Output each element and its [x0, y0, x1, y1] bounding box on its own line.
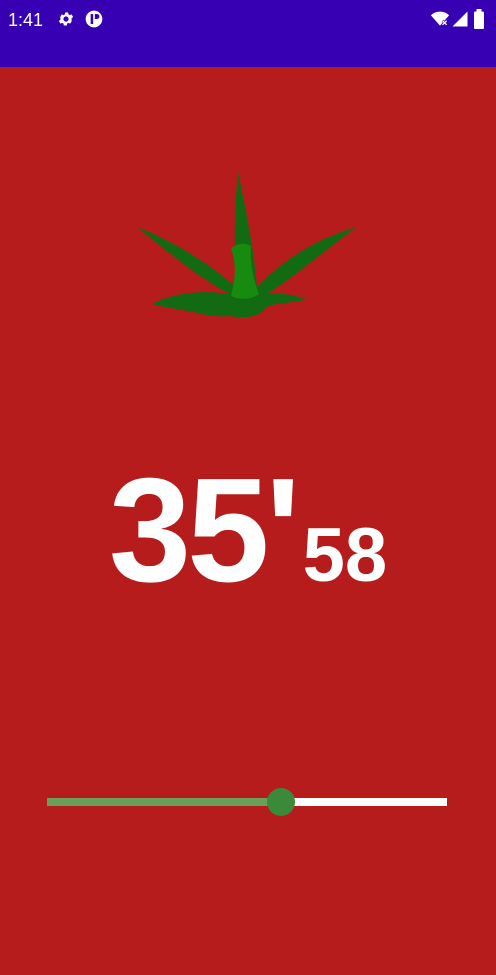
slider-fill [47, 798, 281, 806]
sync-icon [84, 9, 104, 34]
signal-icon [451, 9, 469, 34]
status-bar: 1:41 [0, 0, 496, 67]
slider-thumb[interactable] [267, 788, 295, 816]
status-time: 1:41 [8, 10, 44, 30]
timer-slider[interactable] [47, 785, 447, 819]
tomato-stem-icon [135, 172, 360, 322]
timer-minutes-mark: ' [265, 448, 301, 613]
timer-display: 35'58 [0, 457, 496, 605]
gear-icon [57, 9, 75, 34]
timer-seconds: 58 [302, 513, 388, 598]
timer-minutes: 35 [108, 448, 270, 613]
main-screen: 35'58 [0, 67, 496, 975]
battery-icon [473, 9, 485, 34]
wifi-off-icon [430, 9, 450, 34]
